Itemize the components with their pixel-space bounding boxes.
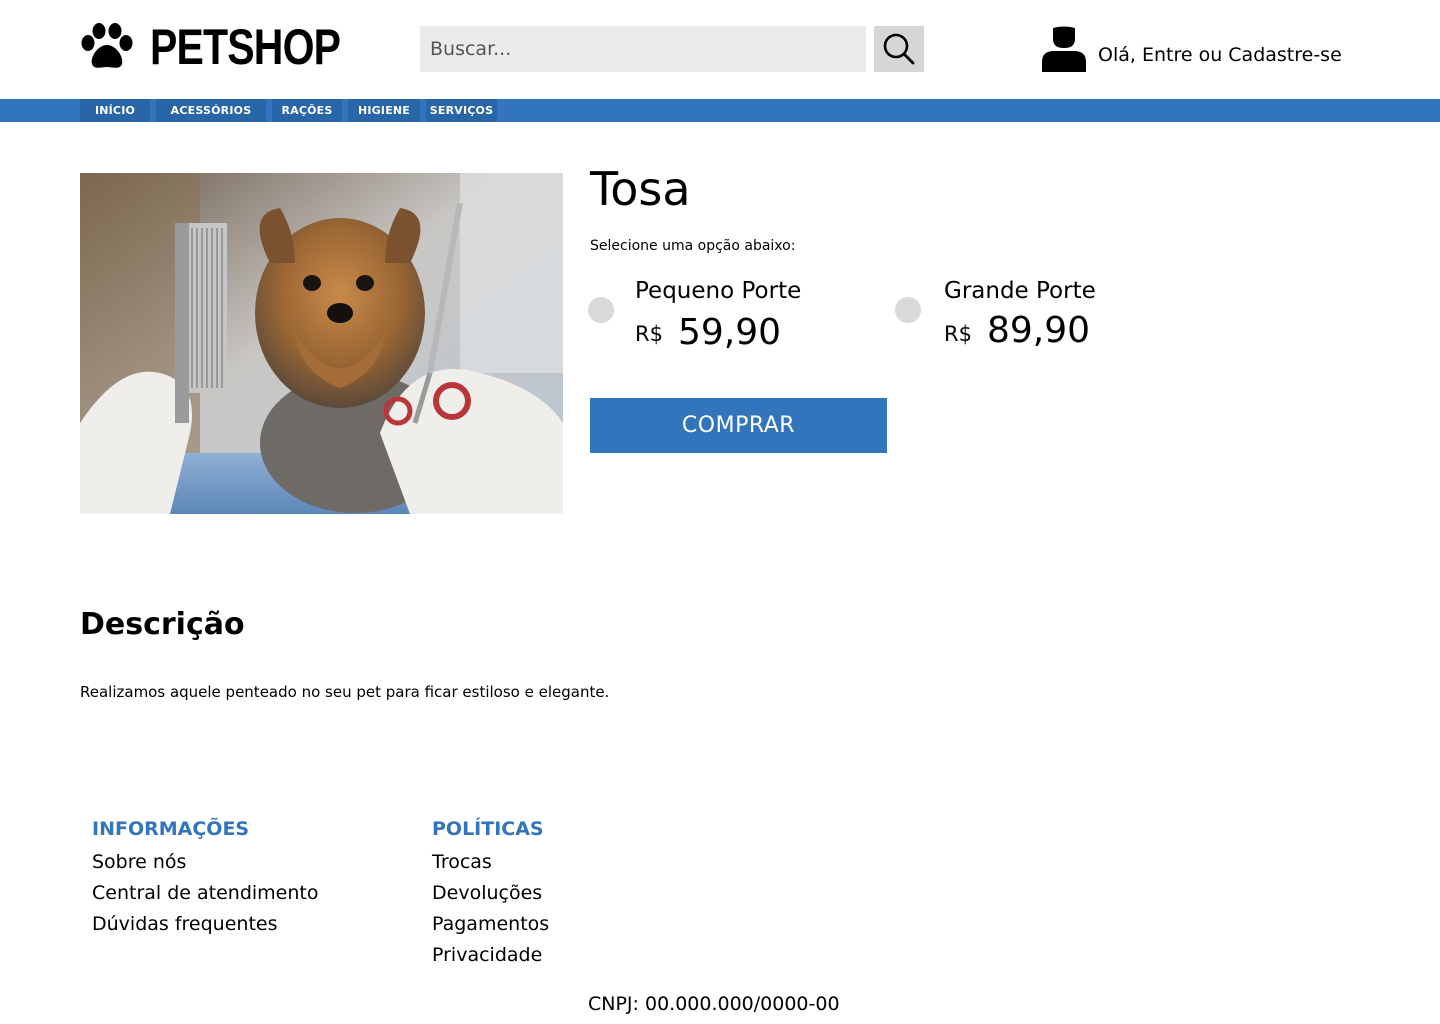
footer-link-duvidas[interactable]: Dúvidas frequentes [92, 909, 319, 940]
radio-grande-porte[interactable] [895, 297, 921, 323]
option-name: Pequeno Porte [635, 278, 802, 304]
search-input[interactable] [420, 26, 866, 72]
footer-link-pagamentos[interactable]: Pagamentos [432, 909, 549, 940]
search-button[interactable] [874, 26, 924, 72]
option-price: 59,90 [678, 312, 782, 353]
site-header: PETSHOP Olá, Entre ou Cadastre-se [0, 0, 1440, 99]
user-icon[interactable] [1042, 26, 1086, 72]
select-option-label: Selecione uma opção abaixo: [590, 238, 796, 254]
nav-item-acessorios[interactable]: ACESSÓRIOS [156, 99, 266, 122]
footer-info-column: INFORMAÇÕES Sobre nós Central de atendim… [92, 818, 319, 940]
footer-link-sobre[interactable]: Sobre nós [92, 847, 319, 878]
footer-link-privacidade[interactable]: Privacidade [432, 940, 549, 971]
option-currency: R$ [635, 322, 663, 346]
footer-info-title: INFORMAÇÕES [92, 818, 250, 840]
product-title: Tosa [590, 162, 691, 216]
footer-policies-title: POLÍTICAS [432, 818, 544, 840]
cnpj-text: CNPJ: 00.000.000/0000-00 [588, 993, 840, 1015]
footer-link-trocas[interactable]: Trocas [432, 847, 549, 878]
description-title: Descrição [80, 607, 245, 642]
nav-item-higiene[interactable]: HIGIENE [348, 99, 420, 122]
search-icon [883, 33, 915, 65]
radio-pequeno-porte[interactable] [588, 297, 614, 323]
nav-item-racoes[interactable]: RAÇÕES [272, 99, 342, 122]
nav-item-servicos[interactable]: SERVIÇOS [426, 99, 497, 122]
logo[interactable]: PETSHOP [80, 22, 382, 72]
footer-link-central[interactable]: Central de atendimento [92, 878, 319, 909]
option-currency: R$ [944, 322, 972, 346]
description-text: Realizamos aquele penteado no seu pet pa… [80, 683, 610, 701]
buy-button[interactable]: COMPRAR [590, 398, 887, 453]
login-link[interactable]: Olá, Entre ou Cadastre-se [1098, 44, 1342, 66]
main-nav: INÍCIO ACESSÓRIOS RAÇÕES HIGIENE SERVIÇO… [0, 99, 1440, 122]
nav-item-inicio[interactable]: INÍCIO [80, 99, 150, 122]
product-image [80, 173, 563, 514]
option-price: 89,90 [987, 310, 1091, 351]
footer-link-devolucoes[interactable]: Devoluções [432, 878, 549, 909]
option-name: Grande Porte [944, 278, 1096, 304]
footer-policies-column: POLÍTICAS Trocas Devoluções Pagamentos P… [432, 818, 549, 971]
logo-text: PETSHOP [150, 19, 341, 75]
paw-icon [81, 23, 133, 68]
